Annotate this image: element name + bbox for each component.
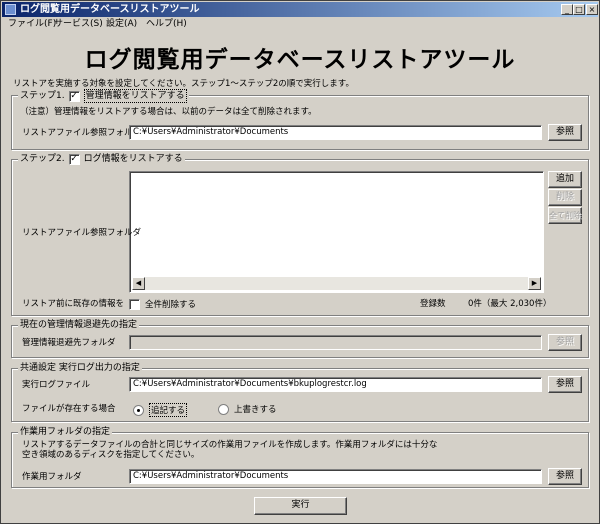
step1-folder-input[interactable]: C:¥Users¥Administrator¥Documents: [129, 125, 542, 140]
work-folder-label: 作業用フォルダ: [22, 472, 82, 482]
evacuation-legend: 現在の管理情報退避先の指定: [18, 319, 140, 331]
page-title: ログ閲覧用データベースリストアツール: [84, 47, 516, 73]
overwrite-option[interactable]: 上書きする: [218, 403, 277, 415]
work-description-line2: 空き領域のあるディスクを指定してください。: [22, 450, 200, 460]
close-icon[interactable]: ×: [586, 4, 598, 15]
evacuation-browse-button[interactable]: 参照: [548, 334, 582, 351]
step2-delete-button[interactable]: 削除: [548, 189, 582, 206]
step2-count-value: 0件（最大 2,030件）: [468, 299, 552, 309]
step2-checkbox-label[interactable]: ログ情報をリストアする: [84, 153, 183, 165]
step2-list-hscrollbar[interactable]: ◀ ▶: [132, 277, 541, 290]
log-browse-button[interactable]: 参照: [548, 376, 582, 393]
step1-checkbox[interactable]: ✓: [68, 90, 80, 102]
work-browse-button[interactable]: 参照: [548, 468, 582, 485]
scroll-left-icon[interactable]: ◀: [132, 277, 145, 290]
app-icon: [5, 4, 16, 15]
log-file-label: 実行ログファイル: [22, 380, 91, 390]
step2-add-button[interactable]: 追加: [548, 171, 582, 188]
log-file-input[interactable]: C:¥Users¥Administrator¥Documents¥bkuplog…: [129, 377, 542, 392]
append-radio[interactable]: [133, 404, 144, 416]
maximize-icon[interactable]: □: [573, 4, 585, 15]
append-label[interactable]: 追記する: [149, 403, 188, 417]
work-group: 作業用フォルダの指定 リストアするデータファイルの合計と同じサイズの作業用ファイ…: [11, 426, 589, 488]
common-group: 共通設定 実行ログ出力の指定 実行ログファイル C:¥Users¥Adminis…: [11, 362, 589, 422]
title-bar[interactable]: ログ閲覧用データベースリストアツール _ □ ×: [2, 2, 598, 17]
file-exists-label: ファイルが存在する場合: [22, 404, 116, 414]
menu-service[interactable]: サービス(S): [54, 18, 103, 31]
step2-delete-all-option[interactable]: 全件削除する: [129, 298, 196, 310]
intro-text: リストアを実施する対象を設定してください。ステップ1～ステップ2の順で実行します…: [13, 79, 354, 89]
overwrite-radio[interactable]: [218, 403, 229, 415]
evacuation-folder-label: 管理情報退避先フォルダ: [22, 338, 116, 348]
step2-legend-label: ステップ2.: [20, 154, 65, 164]
common-legend: 共通設定 実行ログ出力の指定: [18, 362, 142, 374]
step1-group: ステップ1. ✓ 管理情報をリストアする （注意）管理情報をリストアする場合は、…: [11, 89, 589, 150]
evacuation-group: 現在の管理情報退避先の指定 管理情報退避先フォルダ 参照: [11, 319, 589, 358]
append-option[interactable]: 追記する: [133, 403, 188, 417]
work-legend: 作業用フォルダの指定: [18, 426, 113, 438]
step2-delete-all-check-label[interactable]: 全件削除する: [145, 298, 196, 310]
step1-legend-label: ステップ1.: [20, 91, 65, 101]
step1-checkbox-label[interactable]: 管理情報をリストアする: [83, 89, 187, 103]
work-folder-input[interactable]: C:¥Users¥Administrator¥Documents: [129, 469, 542, 484]
menu-bar: ファイル(F) サービス(S) 設定(A) ヘルプ(H): [2, 18, 598, 31]
step2-folder-label: リストアファイル参照フォルダ: [22, 228, 142, 238]
step2-existing-label: リストア前に既存の情報を: [22, 299, 125, 309]
step1-note: （注意）管理情報をリストアする場合は、以前のデータは全て削除されます。: [20, 107, 317, 117]
minimize-icon[interactable]: _: [561, 4, 573, 15]
app-window: ログ閲覧用データベースリストアツール _ □ × ファイル(F) サービス(S)…: [0, 0, 600, 524]
step2-count-label: 登録数: [420, 299, 446, 309]
step2-checkbox[interactable]: ✓: [68, 153, 80, 165]
window-title: ログ閲覧用データベースリストアツール: [20, 4, 200, 15]
step1-browse-button[interactable]: 参照: [548, 124, 582, 141]
evacuation-folder-input[interactable]: [129, 335, 542, 350]
step2-group: ステップ2. ✓ ログ情報をリストアする ◀ ▶ リストアファイル参照フォルダ …: [11, 153, 589, 316]
menu-help[interactable]: ヘルプ(H): [146, 18, 187, 31]
overwrite-label[interactable]: 上書きする: [234, 403, 277, 415]
step1-folder-label: リストアファイル参照フォルダ: [22, 128, 142, 138]
main-panel: ログ閲覧用データベースリストアツール リストアを実施する対象を設定してください。…: [5, 32, 595, 520]
run-button[interactable]: 実行: [254, 497, 347, 515]
step2-folder-list[interactable]: ◀ ▶: [129, 171, 544, 293]
step2-delete-all-button[interactable]: 全て削除: [548, 207, 582, 224]
step1-legend: ステップ1. ✓ 管理情報をリストアする: [18, 89, 189, 103]
step2-delete-all-checkbox[interactable]: [129, 298, 140, 310]
menu-file[interactable]: ファイル(F): [8, 18, 56, 31]
menu-settings[interactable]: 設定(A): [106, 18, 137, 31]
step2-legend: ステップ2. ✓ ログ情報をリストアする: [18, 153, 185, 165]
scroll-right-icon[interactable]: ▶: [528, 277, 541, 290]
